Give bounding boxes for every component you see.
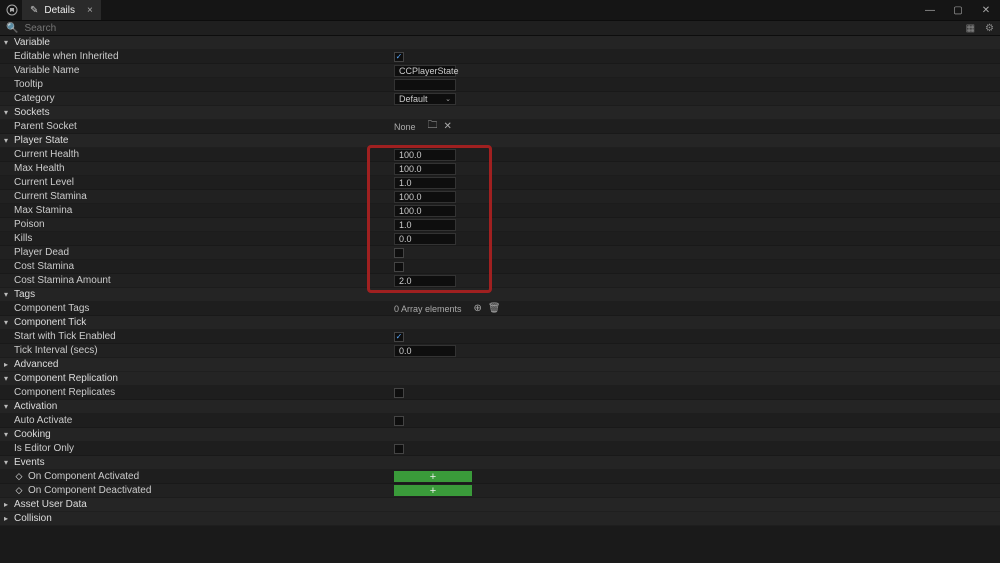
checkbox-tick-enabled[interactable]: ✓ (394, 332, 404, 342)
details-tab[interactable]: ✎ Details × (22, 0, 101, 20)
row-max-health: Max Health 100.0 (0, 162, 1000, 176)
input-kills[interactable]: 0.0 (394, 233, 456, 245)
row-variable-name: Variable Name CCPlayerState (0, 64, 1000, 78)
browse-socket-icon[interactable]: 🗀 (428, 118, 438, 135)
checkbox-cost-stamina[interactable] (394, 262, 404, 272)
input-max-health[interactable]: 100.0 (394, 163, 456, 175)
chevron-right-icon[interactable]: ▸ (4, 514, 14, 523)
chevron-down-icon[interactable]: ▾ (4, 108, 14, 117)
section-advanced[interactable]: ▸ Advanced (0, 358, 1000, 372)
unreal-logo-icon (4, 2, 20, 18)
input-current-level[interactable]: 1.0 (394, 177, 456, 189)
chevron-right-icon[interactable]: ▸ (4, 360, 14, 369)
row-on-component-activated: ◇On Component Activated + (0, 470, 1000, 484)
array-count: 0 Array elements (394, 304, 462, 314)
row-current-health: Current Health 100.0 (0, 148, 1000, 162)
checkbox-auto-activate[interactable] (394, 416, 404, 426)
row-on-component-deactivated: ◇On Component Deactivated + (0, 484, 1000, 498)
row-component-tags: Component Tags 0 Array elements ⊕ 🗑 (0, 302, 1000, 316)
chevron-down-icon: ⌄ (445, 95, 451, 103)
chevron-down-icon[interactable]: ▾ (4, 402, 14, 411)
input-poison[interactable]: 1.0 (394, 219, 456, 231)
row-parent-socket: Parent Socket None 🗀 ✕ (0, 120, 1000, 134)
section-component-replication[interactable]: ▾ Component Replication (0, 372, 1000, 386)
row-current-stamina: Current Stamina 100.0 (0, 190, 1000, 204)
chevron-down-icon[interactable]: ▾ (4, 458, 14, 467)
section-events[interactable]: ▾ Events (0, 456, 1000, 470)
parent-socket-value: None (394, 122, 416, 132)
chevron-down-icon[interactable]: ▾ (4, 430, 14, 439)
checkbox-player-dead[interactable] (394, 248, 404, 258)
clear-array-icon[interactable]: 🗑 (488, 303, 501, 314)
row-editor-only: Is Editor Only (0, 442, 1000, 456)
row-tick-interval: Tick Interval (secs) 0.0 (0, 344, 1000, 358)
row-component-replicates: Component Replicates (0, 386, 1000, 400)
event-diamond-icon: ◇ (14, 486, 24, 496)
chevron-down-icon[interactable]: ▾ (4, 136, 14, 145)
row-current-level: Current Level 1.0 (0, 176, 1000, 190)
chevron-right-icon[interactable]: ▸ (4, 500, 14, 509)
close-window-button[interactable]: ✕ (972, 5, 1000, 16)
row-category: Category Default⌄ (0, 92, 1000, 106)
input-current-stamina[interactable]: 100.0 (394, 191, 456, 203)
row-tooltip: Tooltip (0, 78, 1000, 92)
row-auto-activate: Auto Activate (0, 414, 1000, 428)
add-event-deactivated-button[interactable]: + (394, 485, 472, 496)
chevron-down-icon[interactable]: ▾ (4, 290, 14, 299)
section-activation[interactable]: ▾ Activation (0, 400, 1000, 414)
section-player-state[interactable]: ▾ Player State (0, 134, 1000, 148)
row-cost-stamina-amount: Cost Stamina Amount 2.0 (0, 274, 1000, 288)
section-component-tick[interactable]: ▾ Component Tick (0, 316, 1000, 330)
maximize-button[interactable]: ▢ (944, 5, 972, 16)
input-current-health[interactable]: 100.0 (394, 149, 456, 161)
input-tooltip[interactable] (394, 79, 456, 91)
section-tags[interactable]: ▾ Tags (0, 288, 1000, 302)
clear-socket-icon[interactable]: ✕ (444, 121, 452, 132)
add-array-element-icon[interactable]: ⊕ (474, 303, 482, 314)
row-kills: Kills 0.0 (0, 232, 1000, 246)
row-max-stamina: Max Stamina 100.0 (0, 204, 1000, 218)
section-collision[interactable]: ▸ Collision (0, 512, 1000, 526)
add-event-activated-button[interactable]: + (394, 471, 472, 482)
section-asset-user-data[interactable]: ▸ Asset User Data (0, 498, 1000, 512)
section-variable[interactable]: ▾ Variable (0, 36, 1000, 50)
checkbox-replicates[interactable] (394, 388, 404, 398)
search-input[interactable] (24, 23, 955, 34)
checkbox-editable-inherited[interactable]: ✓ (394, 52, 404, 62)
row-start-tick-enabled: Start with Tick Enabled ✓ (0, 330, 1000, 344)
view-options-icon[interactable]: ▦ (966, 23, 975, 34)
checkbox-editor-only[interactable] (394, 444, 404, 454)
row-cost-stamina: Cost Stamina (0, 260, 1000, 274)
input-max-stamina[interactable]: 100.0 (394, 205, 456, 217)
minimize-button[interactable]: — (916, 5, 944, 16)
search-icon: 🔍 (6, 23, 18, 34)
chevron-down-icon[interactable]: ▾ (4, 38, 14, 47)
row-poison: Poison 1.0 (0, 218, 1000, 232)
input-variable-name[interactable]: CCPlayerState (394, 65, 456, 77)
tab-label: Details (44, 5, 75, 16)
input-tick-interval[interactable]: 0.0 (394, 345, 456, 357)
combo-category[interactable]: Default⌄ (394, 93, 456, 105)
input-cost-stamina-amount[interactable]: 2.0 (394, 275, 456, 287)
settings-gear-icon[interactable]: ⚙ (985, 23, 994, 34)
event-diamond-icon: ◇ (14, 472, 24, 482)
chevron-down-icon[interactable]: ▾ (4, 374, 14, 383)
row-player-dead: Player Dead (0, 246, 1000, 260)
close-tab-icon[interactable]: × (87, 5, 93, 16)
section-cooking[interactable]: ▾ Cooking (0, 428, 1000, 442)
chevron-down-icon[interactable]: ▾ (4, 318, 14, 327)
row-editable-when-inherited: Editable when Inherited ✓ (0, 50, 1000, 64)
pencil-icon: ✎ (30, 5, 38, 16)
